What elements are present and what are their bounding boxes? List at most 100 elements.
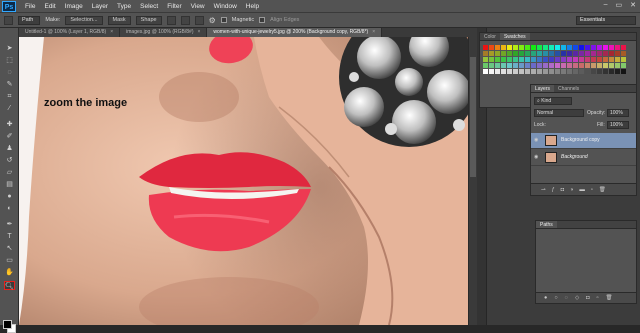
color-swatch[interactable]: [609, 51, 614, 56]
color-swatch[interactable]: [585, 69, 590, 74]
color-swatch[interactable]: [543, 63, 548, 68]
color-swatch[interactable]: [603, 69, 608, 74]
color-swatch[interactable]: [579, 57, 584, 62]
color-swatch[interactable]: [591, 51, 596, 56]
color-swatch[interactable]: [555, 63, 560, 68]
color-swatch[interactable]: [555, 51, 560, 56]
color-swatch[interactable]: [549, 69, 554, 74]
close-icon[interactable]: ×: [372, 29, 375, 35]
color-swatch[interactable]: [609, 45, 614, 50]
color-swatch[interactable]: [519, 51, 524, 56]
color-swatch[interactable]: [495, 57, 500, 62]
shape-button[interactable]: Shape: [135, 15, 162, 25]
layer-row-background-copy[interactable]: ◉ Background copy: [531, 133, 636, 149]
color-swatch[interactable]: [585, 45, 590, 50]
color-swatch[interactable]: [609, 63, 614, 68]
color-swatch[interactable]: [489, 63, 494, 68]
color-swatch[interactable]: [603, 63, 608, 68]
color-swatch[interactable]: [543, 51, 548, 56]
color-swatch[interactable]: [525, 51, 530, 56]
color-swatch[interactable]: [531, 45, 536, 50]
layer-row-background[interactable]: ◉ Background: [531, 150, 636, 166]
color-swatch[interactable]: [495, 51, 500, 56]
mask-icon[interactable]: ◘: [561, 187, 564, 193]
color-swatch[interactable]: [561, 63, 566, 68]
color-swatch[interactable]: [609, 57, 614, 62]
scrollbar-thumb[interactable]: [470, 57, 476, 177]
color-swatch[interactable]: [597, 51, 602, 56]
path-operations-icon[interactable]: [166, 15, 176, 25]
fill-input[interactable]: 100%: [607, 121, 629, 129]
color-swatch[interactable]: [507, 57, 512, 62]
color-swatch[interactable]: [543, 45, 548, 50]
color-swatch[interactable]: [597, 63, 602, 68]
eraser-tool-icon[interactable]: ▱: [4, 168, 15, 177]
color-swatch[interactable]: [495, 69, 500, 74]
color-swatch[interactable]: [483, 51, 488, 56]
color-swatch[interactable]: [555, 69, 560, 74]
path-arrangement-icon[interactable]: [194, 15, 204, 25]
tab-layers[interactable]: Layers: [531, 85, 555, 92]
color-swatch[interactable]: [537, 45, 542, 50]
color-swatch[interactable]: [489, 51, 494, 56]
blend-mode-select[interactable]: Normal: [534, 109, 584, 117]
tab-swatches[interactable]: Swatches: [499, 33, 530, 40]
mask-icon[interactable]: ◘: [586, 295, 589, 301]
color-swatch[interactable]: [567, 69, 572, 74]
color-swatch[interactable]: [531, 69, 536, 74]
freeform-pen-tool-icon[interactable]: [4, 15, 13, 25]
color-swatch[interactable]: [621, 51, 626, 56]
color-swatch[interactable]: [537, 57, 542, 62]
healing-brush-tool-icon[interactable]: ✚: [4, 120, 15, 129]
color-swatch[interactable]: [507, 45, 512, 50]
mask-button[interactable]: Mask: [107, 15, 131, 25]
color-swatch[interactable]: [615, 45, 620, 50]
color-swatch[interactable]: [615, 69, 620, 74]
eye-icon[interactable]: ◉: [534, 155, 540, 160]
menu-layer[interactable]: Layer: [92, 3, 108, 10]
blur-tool-icon[interactable]: ●: [4, 192, 15, 201]
color-swatch[interactable]: [573, 51, 578, 56]
color-swatch[interactable]: [501, 63, 506, 68]
color-swatch[interactable]: [621, 45, 626, 50]
fx-icon[interactable]: ƒ: [552, 187, 555, 193]
color-swatch[interactable]: [543, 57, 548, 62]
color-swatch[interactable]: [609, 69, 614, 74]
color-swatch[interactable]: [585, 63, 590, 68]
document-canvas[interactable]: zoom the image: [19, 37, 477, 325]
color-swatch[interactable]: [621, 69, 626, 74]
fill-path-icon[interactable]: ●: [544, 295, 547, 301]
lasso-tool-icon[interactable]: ◌: [4, 68, 15, 77]
eyedropper-tool-icon[interactable]: ⁄: [4, 104, 15, 113]
color-swatch[interactable]: [573, 63, 578, 68]
color-swatch[interactable]: [591, 63, 596, 68]
color-swatch[interactable]: [543, 69, 548, 74]
new-path-icon[interactable]: ▫: [597, 295, 599, 301]
folder-icon[interactable]: ▬: [579, 187, 585, 193]
clone-stamp-tool-icon[interactable]: ♟: [4, 144, 15, 153]
close-icon[interactable]: ×: [110, 29, 113, 35]
color-swatch[interactable]: [483, 69, 488, 74]
color-swatch[interactable]: [519, 69, 524, 74]
color-swatch[interactable]: [531, 57, 536, 62]
color-swatch[interactable]: [525, 69, 530, 74]
color-swatch[interactable]: [573, 45, 578, 50]
tab-women-jewelry[interactable]: women-with-unique-jewelry5.jpg @ 200% (B…: [207, 28, 383, 37]
color-swatch[interactable]: [489, 69, 494, 74]
color-swatch[interactable]: [615, 63, 620, 68]
color-swatch[interactable]: [573, 57, 578, 62]
trash-icon[interactable]: 🗑︎: [605, 295, 612, 301]
color-swatch[interactable]: [531, 51, 536, 56]
color-swatch[interactable]: [525, 57, 530, 62]
quick-selection-tool-icon[interactable]: ✎: [4, 80, 15, 89]
color-swatch[interactable]: [513, 63, 518, 68]
menu-select[interactable]: Select: [140, 3, 158, 10]
pen-tool-icon[interactable]: ✒: [4, 220, 15, 229]
color-swatch[interactable]: [495, 63, 500, 68]
color-swatch[interactable]: [579, 51, 584, 56]
workspace-select[interactable]: Essentials: [576, 16, 636, 25]
color-swatch[interactable]: [567, 63, 572, 68]
history-brush-tool-icon[interactable]: ↺: [4, 156, 15, 165]
load-selection-icon[interactable]: ◌: [565, 295, 568, 301]
color-swatch[interactable]: [567, 45, 572, 50]
